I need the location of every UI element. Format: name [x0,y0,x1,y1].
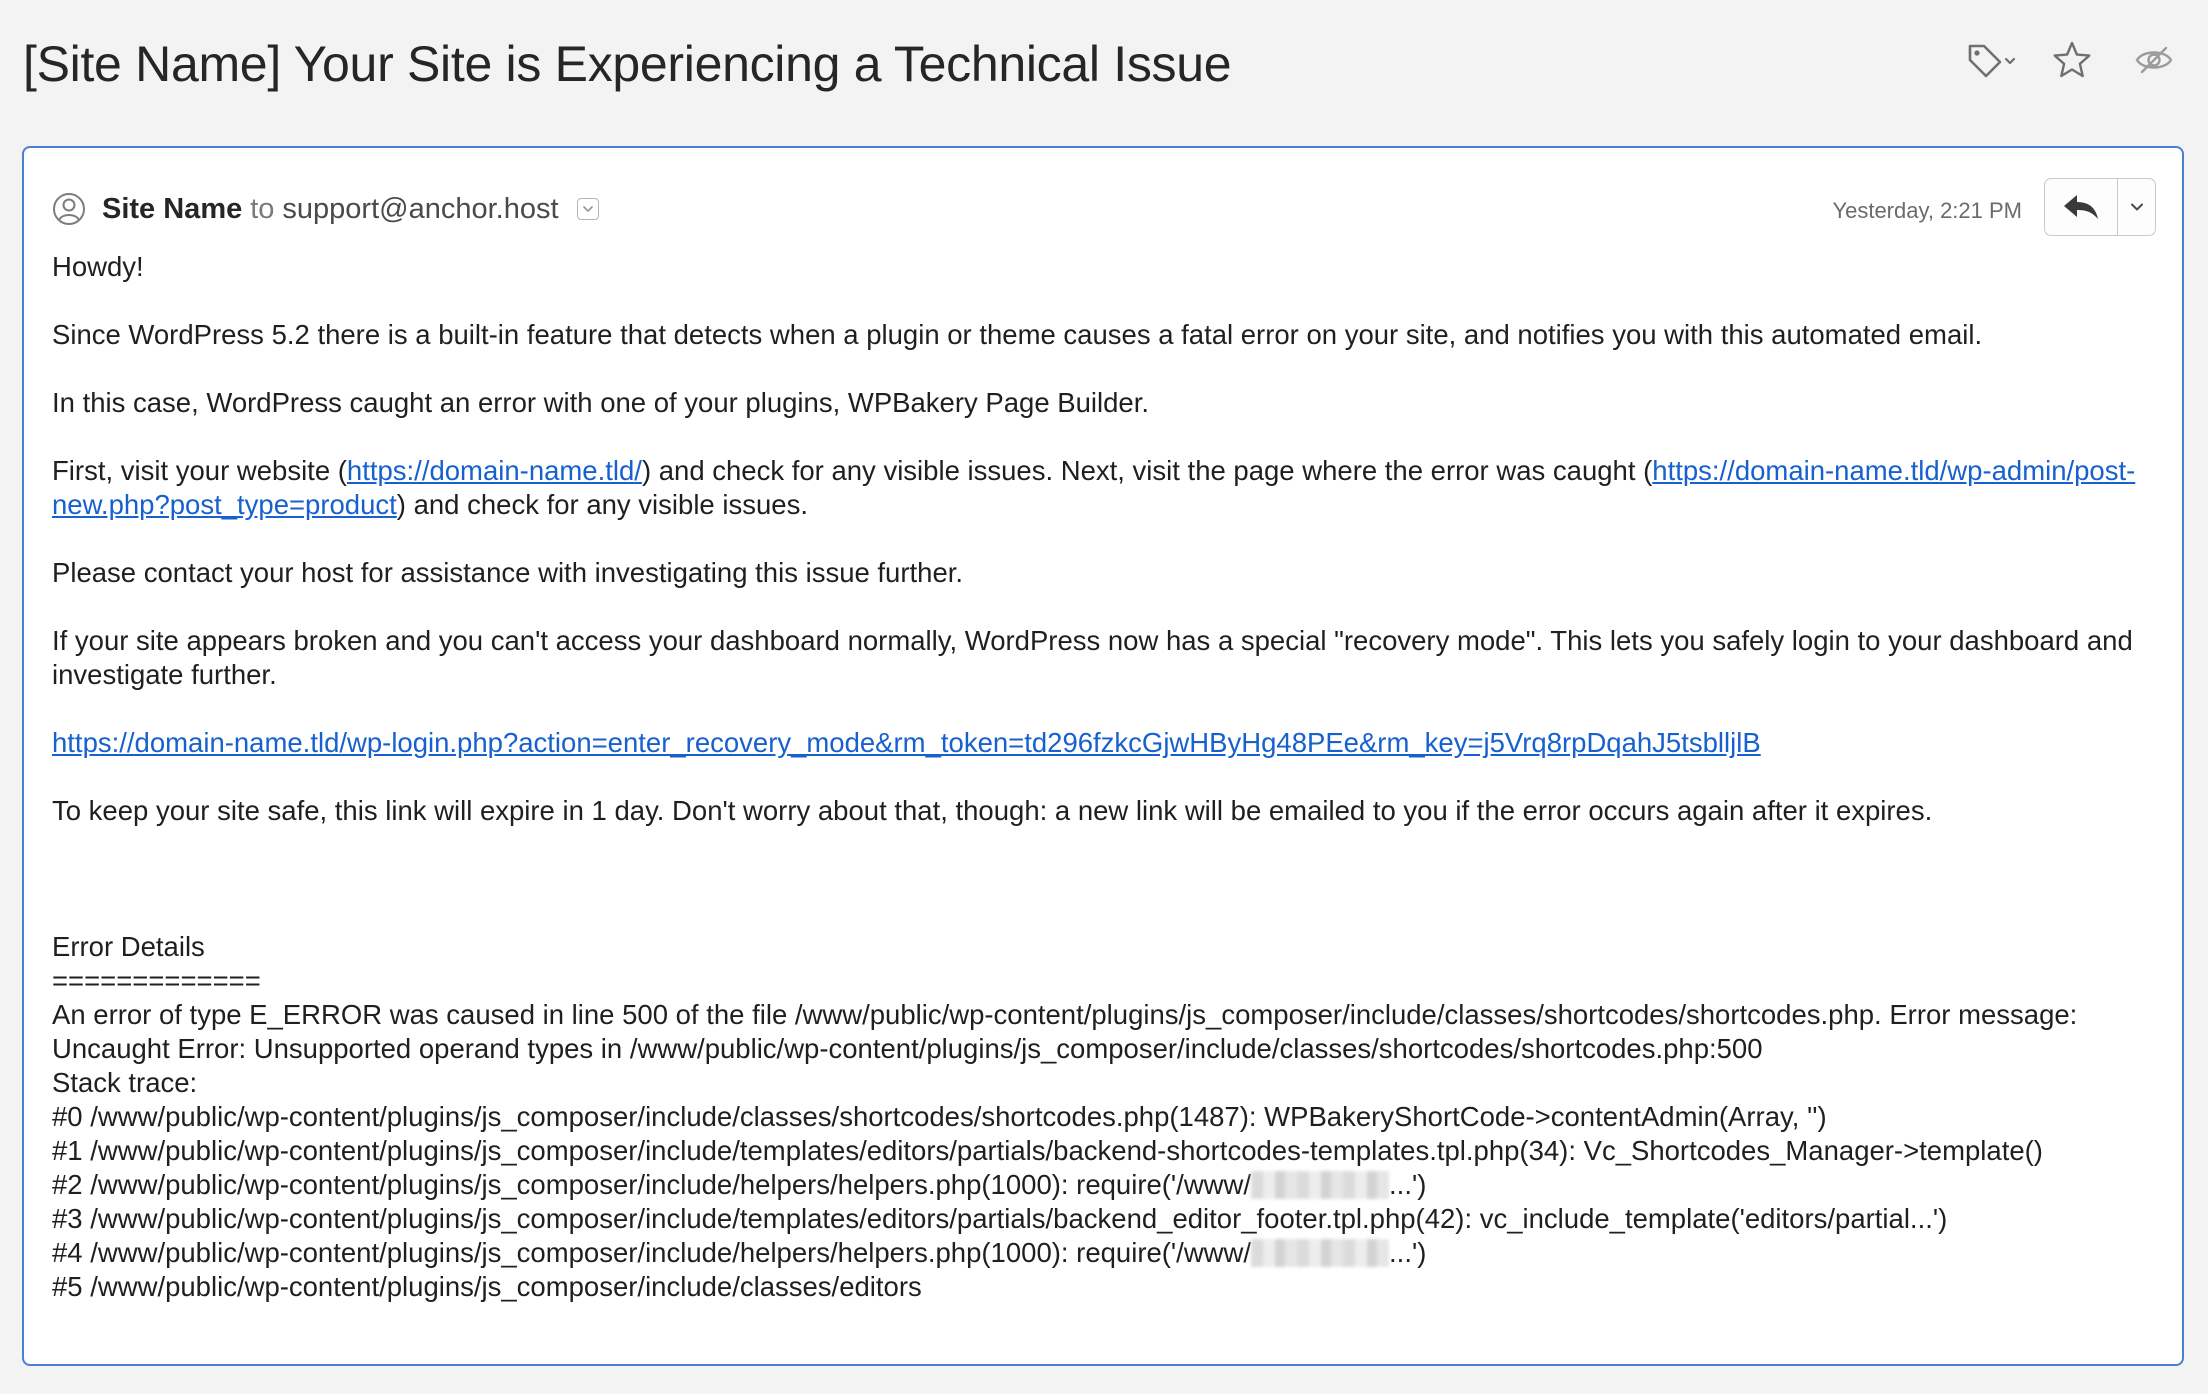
subject-bar: [Site Name] Your Site is Experiencing a … [0,0,2208,128]
recovery-link-paragraph: https://domain-name.tld/wp-login.php?act… [52,726,2152,760]
message-timestamp: Yesterday, 2:21 PM [1832,198,2022,223]
error-message: An error of type E_ERROR was caused in l… [52,999,2078,1064]
sender-line: Site Name to support@anchor.host [52,192,599,226]
website-link[interactable]: https://domain-name.tld/ [347,455,642,486]
message-card: Site Name to support@anchor.host Yesterd… [22,146,2184,1366]
reply-icon [2064,195,2098,219]
body-paragraph: In this case, WordPress caught an error … [52,387,1149,418]
stack-trace-line: #0 /www/public/wp-content/plugins/js_com… [52,1101,1827,1132]
body-paragraph: To keep your site safe, this link will e… [52,795,1933,826]
message-body: Howdy! Since WordPress 5.2 there is a bu… [52,250,2152,1304]
text-segment: ) and check for any visible issues. [396,489,808,520]
text-segment: #2 /www/public/wp-content/plugins/js_com… [52,1169,1252,1200]
to-label: to [250,192,275,225]
redacted-path [1251,1171,1390,1199]
error-details: Error Details ============= An error of … [52,930,2152,1304]
body-paragraph: Since WordPress 5.2 there is a built-in … [52,319,1983,350]
watch-button[interactable] [2130,36,2178,84]
stack-trace-line: #3 /www/public/wp-content/plugins/js_com… [52,1203,1948,1234]
text-segment: #4 /www/public/wp-content/plugins/js_com… [52,1237,1252,1268]
body-paragraph: If your site appears broken and you can'… [52,625,2133,690]
details-toggle-button[interactable] [576,198,599,220]
avatar[interactable] [52,192,86,226]
error-rule: ============= [52,965,261,996]
stack-trace-line: #5 /www/public/wp-content/plugins/js_com… [52,1271,922,1302]
tag-button[interactable] [1962,36,2022,84]
text-segment: ) and check for any visible issues. Next… [641,455,1653,486]
stack-trace-line: #2 /www/public/wp-content/plugins/js_com… [52,1168,2152,1202]
tag-icon [1968,44,2016,78]
stack-trace-line: #1 /www/public/wp-content/plugins/js_com… [52,1135,2043,1166]
message-header: Site Name to support@anchor.host Yesterd… [52,178,2156,238]
redacted-path [1251,1239,1390,1267]
body-paragraph: First, visit your website (https://domai… [52,454,2152,522]
eye-icon [2135,46,2173,74]
person-icon [53,193,85,225]
chevron-down-icon [2130,203,2143,211]
star-icon [2053,41,2091,78]
body-paragraph: Please contact your host for assistance … [52,557,964,588]
mail-window: [Site Name] Your Site is Experiencing a … [0,0,2208,1394]
sender-name[interactable]: Site Name [102,193,242,226]
error-heading: Error Details [52,931,205,962]
recipient-address[interactable]: support@anchor.host [282,193,558,226]
stack-trace-line: #4 /www/public/wp-content/plugins/js_com… [52,1236,2152,1270]
greeting: Howdy! [52,251,144,282]
recovery-mode-link[interactable]: https://domain-name.tld/wp-login.php?act… [52,727,1761,758]
message-subject: [Site Name] Your Site is Experiencing a … [23,36,1232,92]
reply-options-button[interactable] [2118,179,2155,235]
text-segment: ...') [1389,1237,1427,1268]
reply-button[interactable] [2045,179,2118,235]
message-actions [1962,36,2178,84]
text-segment: First, visit your website ( [52,455,347,486]
chevron-down-icon [582,206,593,212]
star-button[interactable] [2048,36,2096,84]
text-segment: ...') [1389,1169,1427,1200]
reply-button-group [2044,178,2156,236]
stack-trace-label: Stack trace: [52,1067,198,1098]
